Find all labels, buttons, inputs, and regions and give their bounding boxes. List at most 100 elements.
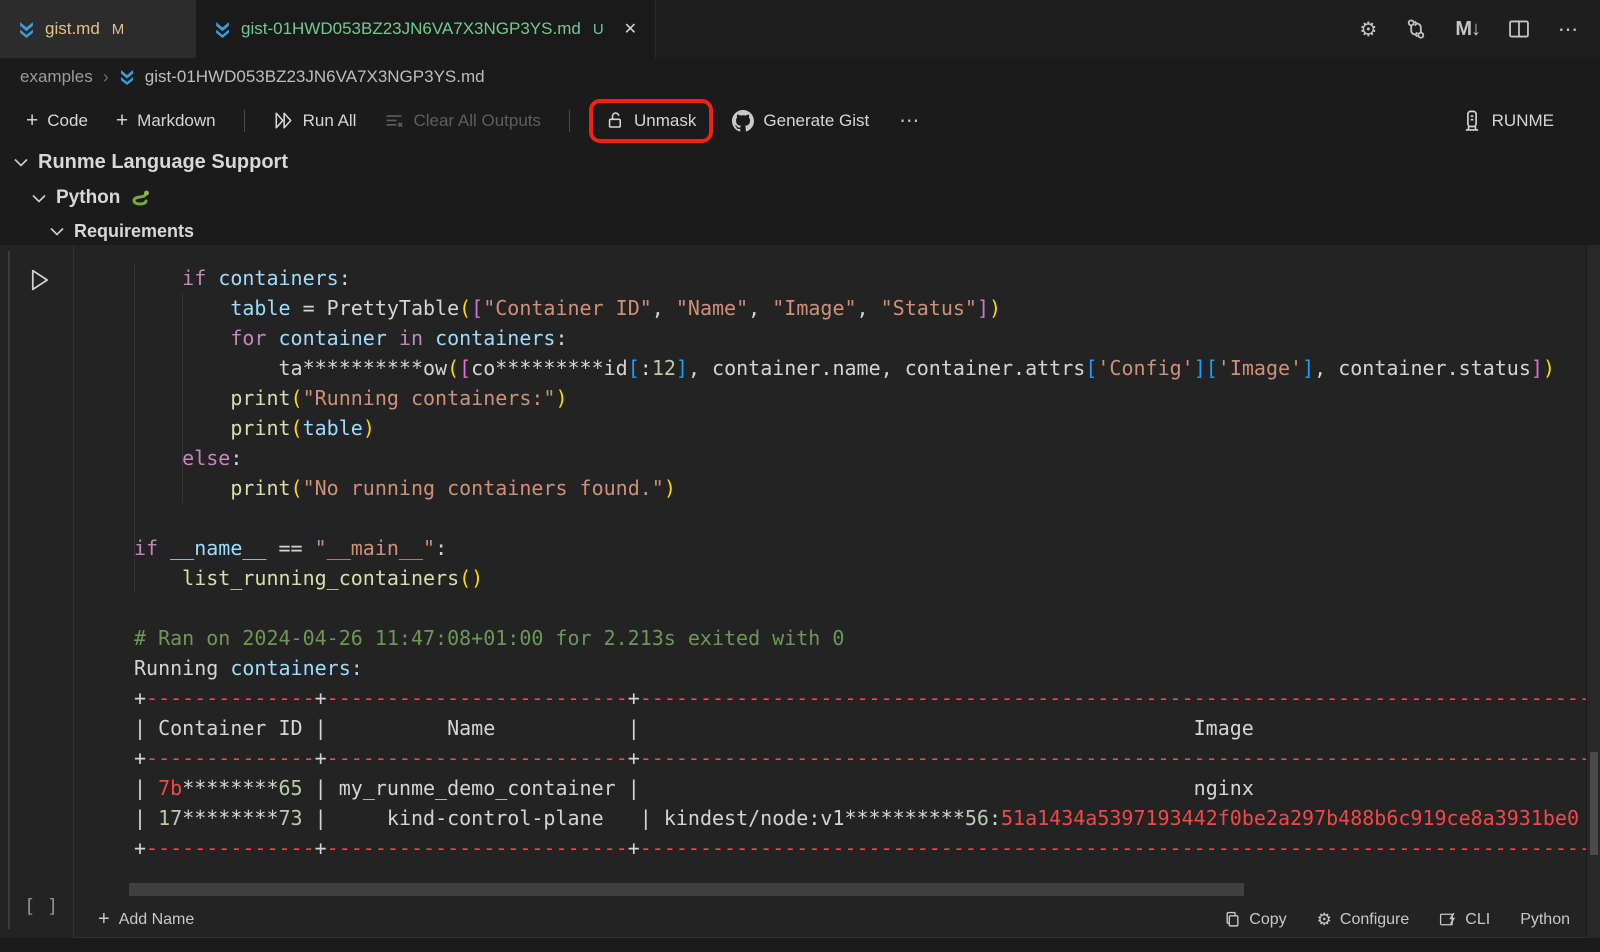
plus-icon: + — [26, 110, 38, 131]
add-code-label: Code — [47, 111, 88, 131]
heading-label: Runme Language Support — [38, 151, 288, 174]
code-line: Running containers: — [134, 653, 1586, 683]
snake-emoji-icon — [130, 190, 150, 206]
add-name-button[interactable]: + Add Name — [98, 908, 194, 931]
cell-status-bar: + Add Name Copy ⚙ Configure — [74, 901, 1586, 938]
chevron-down-icon[interactable] — [50, 227, 64, 236]
split-editor-icon[interactable] — [1508, 18, 1530, 40]
cell-focus-indicator — [8, 251, 10, 929]
code-line: # Ran on 2024-04-26 11:47:08+01:00 for 2… — [134, 623, 1586, 653]
run-all-label: Run All — [303, 111, 357, 131]
more-actions-icon[interactable]: ⋯ — [1558, 17, 1578, 42]
settings-gear-icon[interactable]: ⚙ — [1359, 17, 1377, 42]
code-line: | Container ID | Name | Image — [134, 713, 1586, 743]
add-name-label: Add Name — [119, 911, 195, 929]
generate-gist-button[interactable]: Generate Gist — [722, 105, 879, 137]
run-all-icon — [273, 110, 294, 131]
configure-button[interactable]: ⚙ Configure — [1317, 910, 1410, 930]
unlock-icon — [606, 111, 625, 130]
notebook-outline: Runme Language Support Python Requiremen… — [0, 145, 1600, 245]
code-line: list_running_containers() — [134, 563, 1586, 593]
gear-icon: ⚙ — [1317, 910, 1332, 930]
close-tab-icon[interactable]: ✕ — [624, 19, 637, 39]
cell-editor-container: if containers: table = PrettyTable(["Con… — [73, 245, 1586, 938]
code-line: ta**********ow([co*********id[:12], cont… — [134, 353, 1586, 383]
notebook-toolbar: + Code + Markdown Run All Clear All Outp… — [0, 96, 1600, 145]
editor-tab-bar: gist.md M gist-01HWD053BZ23JN6VA7X3NGP3Y… — [0, 0, 1600, 58]
modified-badge: M — [112, 21, 125, 38]
heading-requirements[interactable]: Requirements — [50, 221, 194, 242]
toolbar-separator — [569, 110, 570, 132]
cli-button[interactable]: CLI — [1439, 911, 1490, 929]
run-cell-button[interactable] — [28, 267, 52, 293]
markdown-preview-icon[interactable]: M↓ — [1455, 18, 1480, 41]
clear-outputs-icon — [384, 111, 404, 131]
code-line: if containers: — [134, 263, 1586, 293]
breadcrumb-folder[interactable]: examples — [20, 67, 93, 87]
code-line: | 17********73 | kind-control-plane | ki… — [134, 803, 1586, 833]
clear-all-outputs-label: Clear All Outputs — [413, 111, 541, 131]
runme-file-icon — [119, 69, 135, 85]
code-line: +--------------+------------------------… — [134, 743, 1586, 773]
code-line: | 7b********65 | my_runme_demo_container… — [134, 773, 1586, 803]
vertical-scrollbar-thumb[interactable] — [1590, 752, 1598, 855]
language-picker[interactable]: Python — [1520, 911, 1570, 929]
runme-button[interactable]: RUNME — [1462, 110, 1554, 132]
vertical-scrollbar-track[interactable] — [1586, 245, 1600, 938]
notebook-cell: if containers: table = PrettyTable(["Con… — [0, 245, 1600, 938]
cell-brackets-indicator: [ ] — [24, 895, 58, 917]
code-line: +--------------+------------------------… — [134, 683, 1586, 713]
horizontal-scrollbar[interactable] — [129, 883, 1244, 896]
code-line: print(table) — [134, 413, 1586, 443]
tab-label: gist.md — [45, 19, 100, 39]
vscode-window: gist.md M gist-01HWD053BZ23JN6VA7X3NGP3Y… — [0, 0, 1600, 952]
breadcrumb-file[interactable]: gist-01HWD053BZ23JN6VA7X3NGP3YS.md — [145, 67, 485, 87]
toolbar-more-icon[interactable]: ⋯ — [887, 108, 933, 133]
copy-button[interactable]: Copy — [1224, 911, 1286, 929]
add-markdown-label: Markdown — [137, 111, 215, 131]
plus-icon: + — [116, 110, 128, 131]
generate-gist-label: Generate Gist — [763, 111, 869, 131]
runme-label: RUNME — [1492, 111, 1554, 131]
tab-label: gist-01HWD053BZ23JN6VA7X3NGP3YS.md — [241, 19, 581, 39]
code-line: if __name__ == "__main__": — [134, 533, 1586, 563]
code-line: print("No running containers found.") — [134, 473, 1586, 503]
heading-runme-language-support[interactable]: Runme Language Support — [14, 151, 288, 174]
plus-icon: + — [98, 908, 110, 931]
code-line: table = PrettyTable(["Container ID", "Na… — [134, 293, 1586, 323]
copy-label: Copy — [1249, 911, 1286, 929]
heading-label: Requirements — [74, 221, 194, 242]
language-label: Python — [1520, 911, 1570, 929]
code-line: for container in containers: — [134, 323, 1586, 353]
tab-gist-generated-md[interactable]: gist-01HWD053BZ23JN6VA7X3NGP3YS.md U ✕ — [196, 0, 656, 58]
copy-icon — [1224, 911, 1241, 928]
code-line: else: — [134, 443, 1586, 473]
cell-status-actions: Copy ⚙ Configure CLI Python — [1224, 910, 1570, 930]
add-code-button[interactable]: + Code — [16, 105, 98, 136]
cli-label: CLI — [1465, 911, 1490, 929]
run-all-button[interactable]: Run All — [263, 105, 367, 136]
breadcrumb-separator: › — [103, 67, 109, 88]
heading-python[interactable]: Python — [32, 187, 150, 209]
runme-file-icon — [214, 21, 231, 38]
toolbar-separator — [244, 110, 245, 132]
runme-file-icon — [18, 21, 35, 38]
cli-icon — [1439, 911, 1457, 928]
add-markdown-button[interactable]: + Markdown — [106, 105, 226, 136]
untracked-badge: U — [593, 21, 604, 38]
code-line: print("Running containers:") — [134, 383, 1586, 413]
configure-label: Configure — [1340, 911, 1409, 929]
unmask-label: Unmask — [634, 111, 696, 131]
chevron-down-icon[interactable] — [14, 158, 28, 167]
code-editor[interactable]: if containers: table = PrettyTable(["Con… — [74, 263, 1586, 863]
code-line — [134, 593, 1586, 623]
github-icon — [732, 110, 754, 132]
runme-logo-icon — [1462, 110, 1482, 132]
open-changes-icon[interactable] — [1405, 18, 1427, 40]
unmask-button[interactable]: Unmask — [596, 106, 706, 136]
tab-gist-md[interactable]: gist.md M — [0, 0, 196, 58]
chevron-down-icon[interactable] — [32, 194, 46, 203]
editor-actions: ⚙ M↓ ⋯ — [1359, 0, 1600, 58]
clear-all-outputs-button[interactable]: Clear All Outputs — [374, 106, 551, 136]
code-line: +--------------+------------------------… — [134, 833, 1586, 863]
